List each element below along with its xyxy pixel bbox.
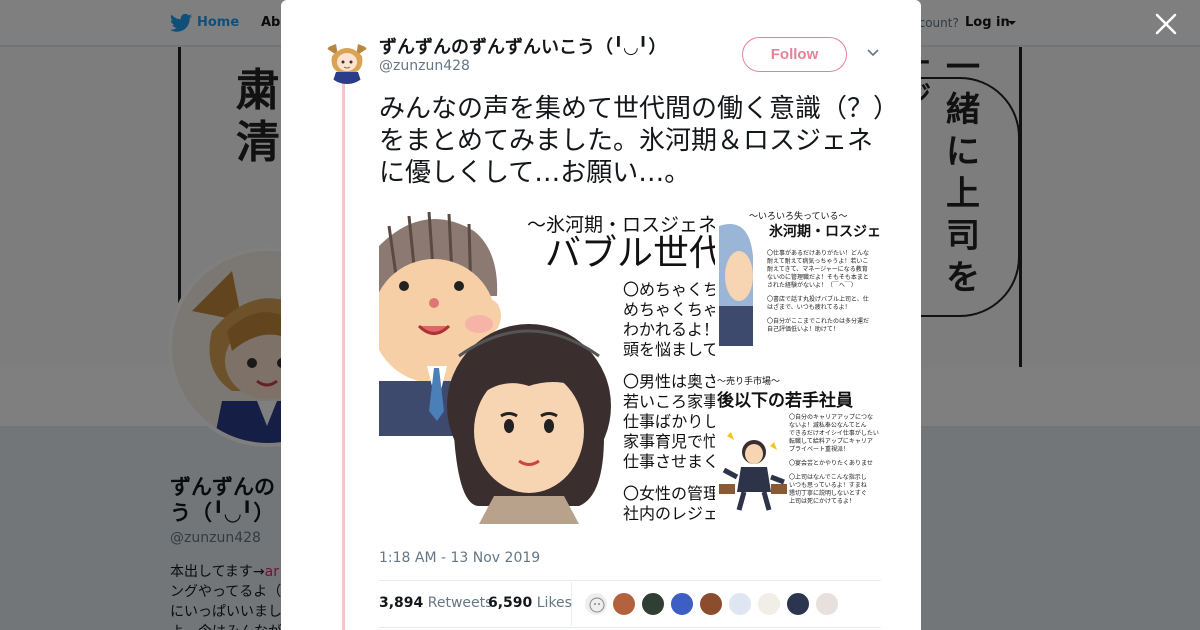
author-avatar[interactable] [324,38,370,84]
liker-avatar[interactable] [641,592,665,616]
liker-avatar[interactable] [786,592,810,616]
tweet-media-grid[interactable]: 〜氷河期・ロスジェネが バブル世代 〇めちゃくちゃ めちゃくちゃ仕 わかれるよ！… [379,206,881,524]
likes-label: Likes [536,595,572,611]
media-right-bottom-body: 〇自分のキャリアアップにつな ないよ！滅私奉公なんてとん できるだけオイシイ仕事… [789,414,879,505]
media-left-body: 〇めちゃくちゃ めちゃくちゃ仕 わかれるよ！仕 頭を悩ましてる 〇男性は奥さん … [623,280,715,523]
follow-button[interactable]: Follow [742,37,847,72]
retweets-label: Retweets [427,595,493,611]
media-image-young-employees[interactable]: 〜売り手市場〜 後以下の若手社員 〇自分のキャリアアップにつな ないよ！滅私奉公… [717,366,881,524]
chevron-down-icon[interactable] [866,48,880,58]
ice-age-illustration [719,224,753,346]
liker-avatar[interactable] [670,592,694,616]
tweet-timestamp[interactable]: 1:18 AM - 13 Nov 2019 [379,550,540,566]
media-image-ice-age-generation[interactable]: 〜いろいろ失っている〜 氷河期・ロスジェネ 〇仕事があるだけありがたい！どんな … [717,206,881,364]
media-image-bubble-generation[interactable]: 〜氷河期・ロスジェネが バブル世代 〇めちゃくちゃ めちゃくちゃ仕 わかれるよ！… [379,206,715,524]
thread-line [342,80,345,630]
author-handle[interactable]: @zunzun428 [379,58,470,74]
likes-count: 6,590 [488,595,533,611]
media-right-top-title: 氷河期・ロスジェネ [769,224,881,240]
stats-divider-top [379,580,881,581]
retweets-count: 3,894 [379,595,424,611]
liker-avatar[interactable] [612,592,636,616]
tweet-text: みんなの声を集めて世代間の働く意識（？）をまとめてみました。氷河期＆ロスジェネに… [379,94,887,188]
liker-avatar[interactable] [815,592,839,616]
media-left-title: バブル世代 [545,233,715,274]
stats-divider-bottom [379,627,881,628]
liker-avatar[interactable] [728,592,752,616]
retweets-stat[interactable]: 3,894 Retweets [379,595,492,611]
likes-stat[interactable]: 6,590 Likes [488,595,572,611]
liker-avatar[interactable] [584,592,608,616]
author-avatar-illustration [324,38,370,84]
young-employee-illustration [719,432,787,511]
media-right-bottom-title: 後以下の若手社員 [717,391,853,411]
media-right-top-body: 〇仕事があるだけありがたい！どんな 耐えて耐えて病気っちゃうよ！若いこ 耐えてき… [767,250,870,333]
author-name[interactable]: ずんずんのずんずんいこう（╹◡╹） [379,33,667,59]
liker-avatar[interactable] [757,592,781,616]
liker-avatar[interactable] [699,592,723,616]
close-icon[interactable] [1154,12,1178,36]
